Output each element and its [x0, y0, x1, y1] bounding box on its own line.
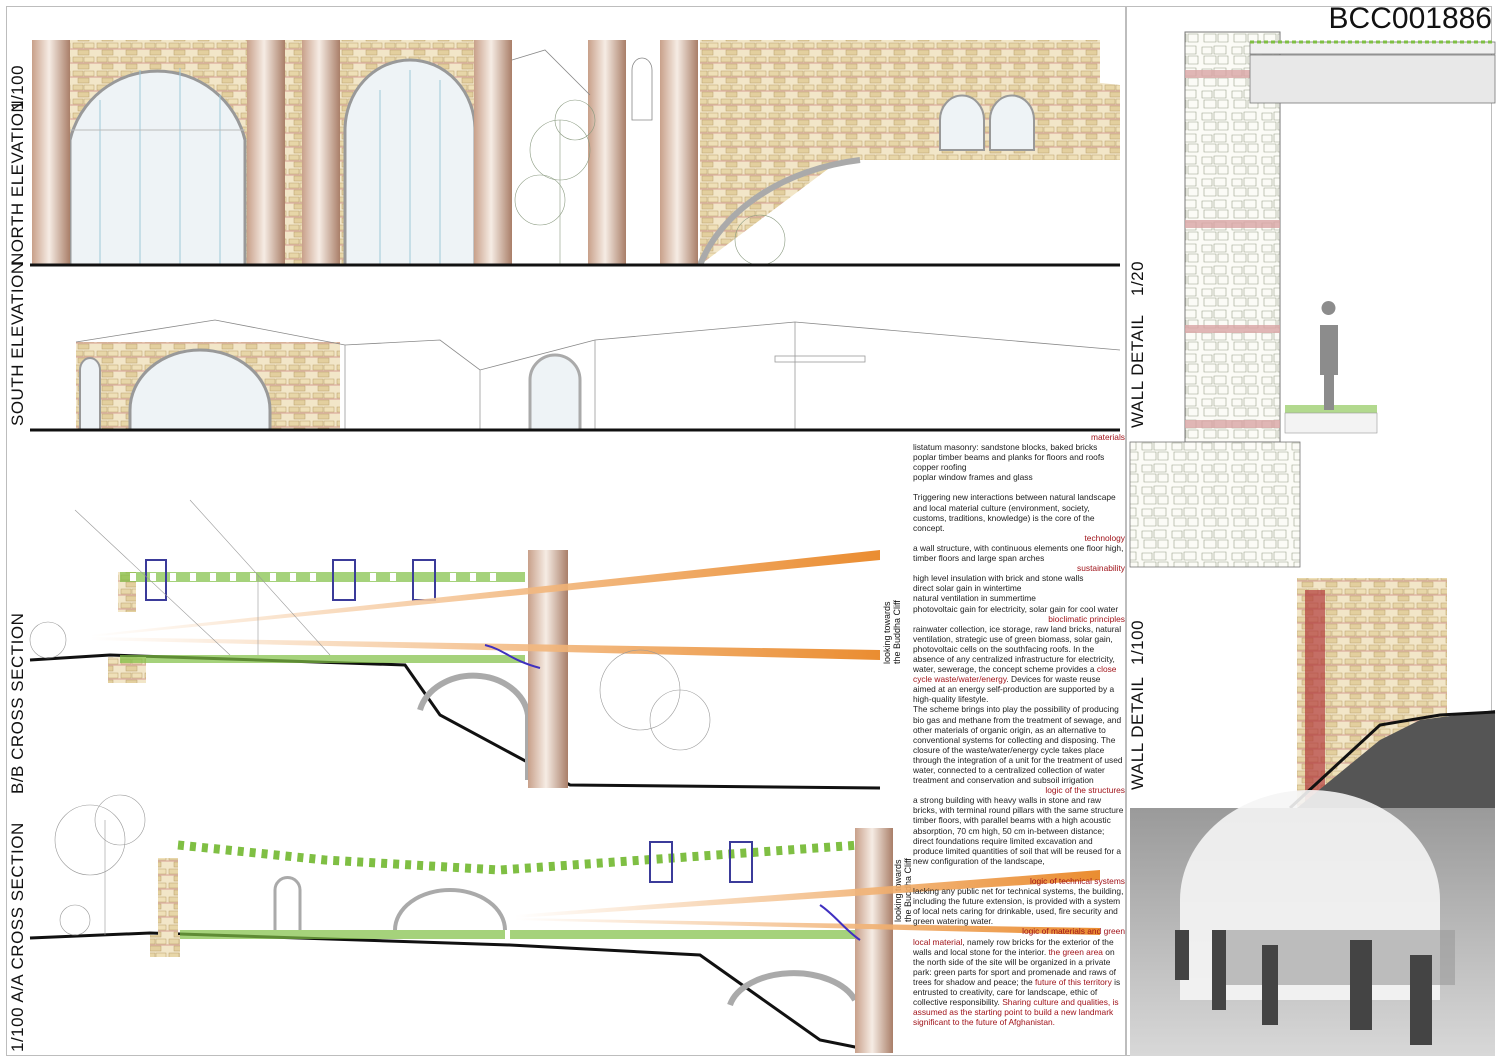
materials-green-heading: logic of materials and green — [1022, 926, 1125, 937]
bioclimatic-paragraph-2: The scheme brings into play the possibil… — [913, 704, 1123, 786]
bb-section-drawing — [29, 499, 881, 790]
materials-green-paragraph: local material, namely row bricks for th… — [913, 936, 1121, 1028]
concept-paragraph: Triggering new interactions between natu… — [913, 492, 1116, 533]
technical-systems-heading: logic of technical systems — [1030, 875, 1125, 886]
structures-paragraph-1: a strong building with heavy walls in st… — [913, 795, 1124, 816]
materials-heading: materials — [1091, 432, 1125, 442]
materials-line-2: poplar timber beams and planks for floor… — [913, 452, 1105, 463]
sustainability-line-4: photovoltaic gain for electricity, solar… — [913, 603, 1119, 614]
south-elevation-drawing — [30, 319, 1121, 432]
north-elevation-drawing — [30, 40, 1120, 267]
materials-line-3: copper roofing — [913, 462, 967, 473]
materials-line-4: poplar window frames and glass — [913, 472, 1033, 483]
drawings-svg — [29, 31, 1496, 1056]
sustainability-heading: sustainability — [1077, 563, 1125, 574]
materials-line-1: listatum masonry: sandstone blocks, bake… — [913, 442, 1098, 453]
sustainability-line-1: high level insulation with brick and sto… — [913, 573, 1084, 584]
structures-heading: logic of the structures — [1045, 785, 1125, 796]
wall-detail-2-drawing — [1130, 578, 1496, 1056]
technology-heading: technology — [1084, 532, 1125, 543]
sustainability-line-3: natural ventilation in summertime — [913, 593, 1036, 604]
bioclimatic-heading: bioclimatic principles — [1048, 613, 1125, 624]
structures-paragraph-2: timber floors, with parallel beams with … — [913, 815, 1122, 866]
wall-detail-1-drawing — [1129, 31, 1496, 568]
sustainability-line-2: direct solar gain in wintertime — [913, 583, 1022, 594]
description-text: materials listatum masonry: sandstone bl… — [913, 432, 1125, 1027]
technical-systems-paragraph: lacking any public net for technical sys… — [913, 886, 1124, 927]
technology-paragraph: a wall structure, with continuous elemen… — [913, 542, 1124, 564]
bioclimatic-paragraph-1: rainwater collection, ice storage, raw l… — [913, 623, 1122, 705]
